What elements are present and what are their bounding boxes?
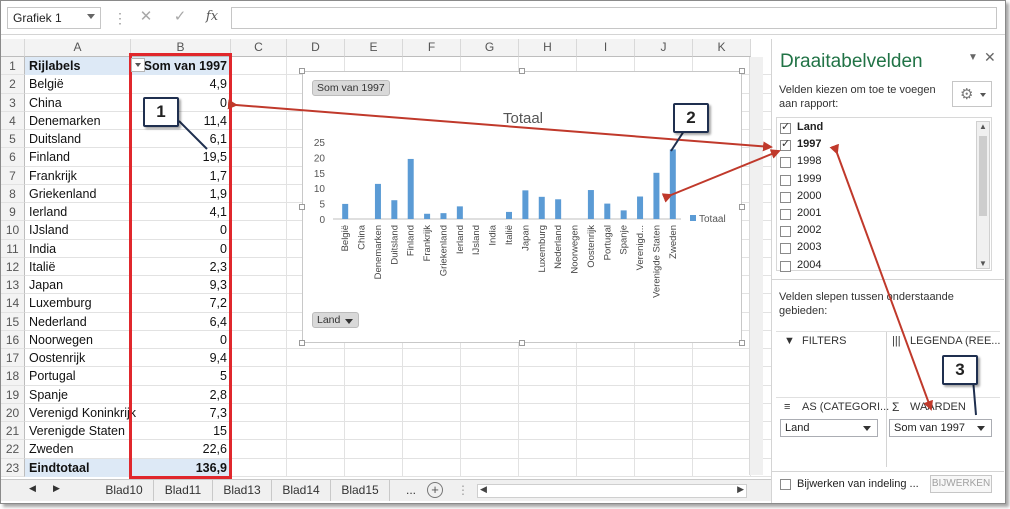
arrow-2: [661, 149, 781, 203]
callout-3: 3: [942, 355, 978, 385]
callout-1-pointer: [178, 120, 208, 150]
callout-2: 2: [673, 103, 709, 133]
annotation-arrows: [178, 99, 977, 416]
callout-1: 1: [143, 97, 179, 127]
arrow-3: [829, 143, 933, 411]
excel-window: Grafiek 1 ⋮ ✕ ✓ fx ABCDEFGHIJK 123456789…: [0, 0, 1006, 504]
